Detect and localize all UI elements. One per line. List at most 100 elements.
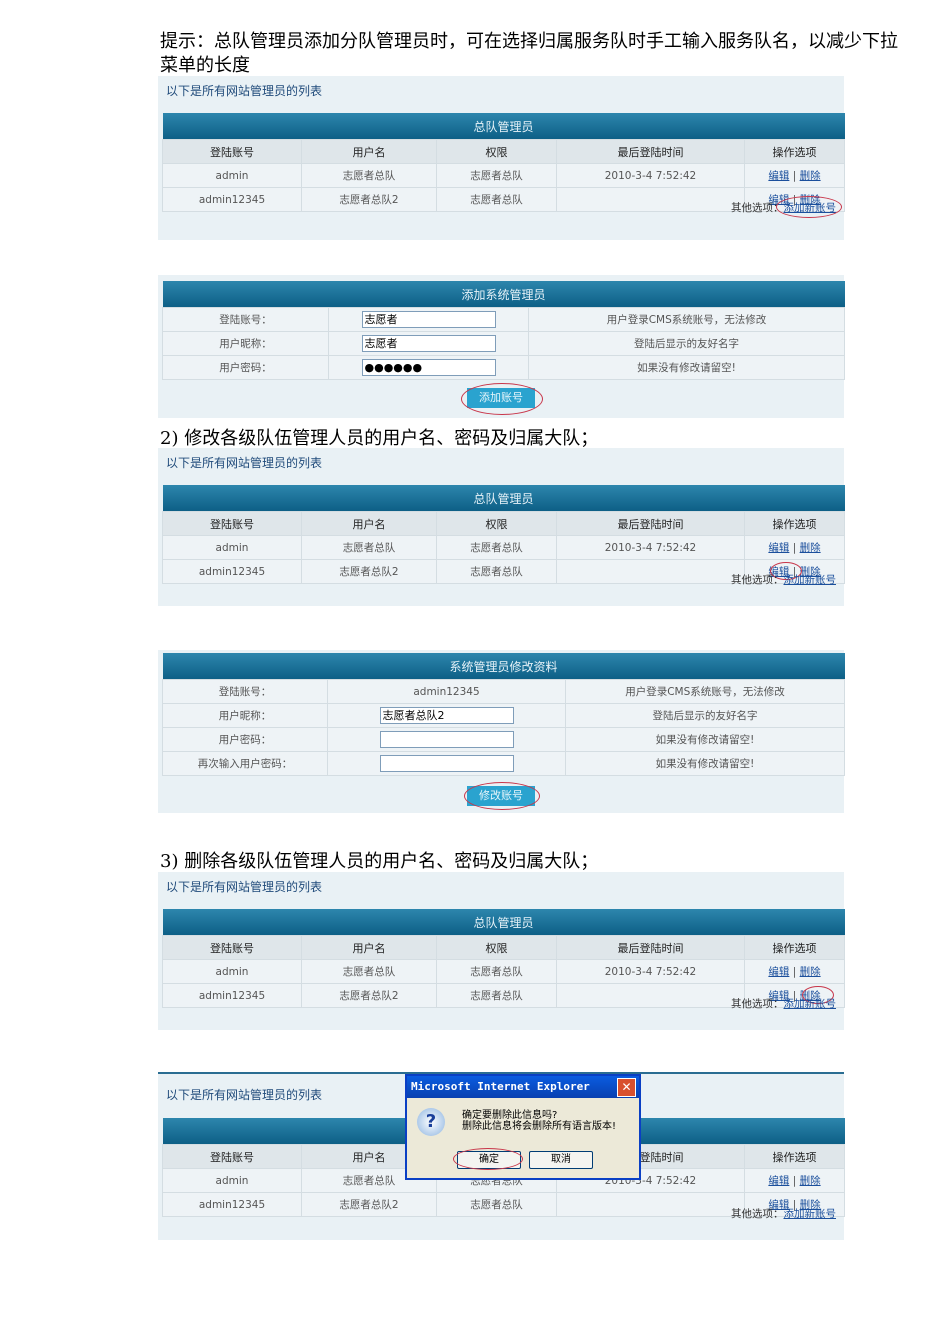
- edit-link[interactable]: 编辑: [768, 170, 789, 182]
- add-account-link[interactable]: 添加新账号: [784, 1208, 837, 1220]
- form-row: 登陆账号： 志愿者 用户登录CMS系统账号，无法修改: [162, 307, 846, 332]
- dialog-line-2: 删除此信息将会删除所有语言版本!: [462, 1121, 617, 1132]
- highlight-oval: [776, 196, 842, 218]
- actions-cell: 编辑 | 删除: [743, 535, 846, 560]
- field-cell: ●●●●●●: [328, 355, 529, 380]
- table-cell: [556, 559, 745, 584]
- table-cell: 志愿者总队: [436, 559, 557, 584]
- intro-text: 提示：总队管理员添加分队管理员时，可在选择归属服务队时手工输入服务队名，以减少下…: [160, 31, 898, 76]
- field-hint: 如果没有修改请留空!: [527, 355, 846, 380]
- field-label: 再次输入用户密码：: [162, 751, 328, 776]
- list-caption: 以下是所有网站管理员的列表: [166, 456, 323, 470]
- table-cell: admin: [162, 163, 302, 188]
- form-row: 用户昵称： 志愿者 登陆后显示的友好名字: [162, 331, 846, 356]
- text-input[interactable]: 志愿者: [361, 335, 496, 352]
- dialog-line-1: 确定要删除此信息吗?: [462, 1110, 558, 1121]
- column-header: 最后登陆时间: [556, 139, 745, 164]
- cancel-button[interactable]: 取消: [529, 1151, 593, 1169]
- column-header: 用户名: [301, 139, 437, 164]
- admin-table: 总队管理员 登陆账号 用户名 权限 最后登陆时间 操作选项 admin 志愿者总队 志愿者总队 2…: [162, 113, 846, 212]
- list-caption: 以下是所有网站管理员的列表: [166, 1088, 323, 1102]
- table-cell: 志愿者总队: [436, 1192, 557, 1217]
- delete-link[interactable]: 删除: [800, 1175, 821, 1187]
- field-cell: 志愿者总队2: [327, 703, 566, 728]
- add-account-link[interactable]: 添加新账号: [784, 998, 837, 1010]
- field-hint: 如果没有修改请留空!: [564, 727, 846, 752]
- other-options-label: 其他选项：: [731, 998, 784, 1010]
- field-cell: [327, 751, 566, 776]
- actions-cell: 编辑 | 删除: [743, 163, 846, 188]
- form-row: 登陆账号： admin12345 用户登录CMS系统账号，无法修改: [162, 679, 846, 704]
- column-header: 登陆账号: [162, 511, 302, 536]
- text-input[interactable]: 志愿者总队2: [379, 707, 514, 724]
- delete-link[interactable]: 删除: [800, 966, 821, 978]
- table-cell: 志愿者总队: [436, 959, 557, 984]
- column-header: 登陆账号: [162, 935, 302, 960]
- edit-link[interactable]: 编辑: [768, 966, 789, 978]
- highlight-oval: [461, 383, 543, 415]
- table-cell: 志愿者总队: [436, 535, 557, 560]
- field-label: 登陆账号：: [162, 307, 329, 332]
- field-cell: 志愿者: [328, 307, 529, 332]
- column-header: 操作选项: [743, 511, 846, 536]
- edit-link[interactable]: 编辑: [768, 542, 789, 554]
- column-header: 最后登陆时间: [556, 935, 745, 960]
- text-input[interactable]: 志愿者: [361, 311, 496, 328]
- table-cell: 志愿者总队2: [301, 983, 437, 1008]
- table-cell: admin12345: [162, 1192, 302, 1217]
- table-row: admin 志愿者总队 志愿者总队 2010-3-4 7:52:42 编辑 | 删除: [162, 959, 846, 984]
- edit-link[interactable]: 编辑: [768, 1175, 789, 1187]
- table-cell: 2010-3-4 7:52:42: [556, 535, 745, 560]
- text-input[interactable]: [379, 731, 514, 748]
- admin-list-panel-2: 以下是所有网站管理员的列表总队管理员 登陆账号 用户名 权限 最后登陆时间 操作选项 adm…: [158, 448, 846, 606]
- table-cell: 志愿者总队2: [301, 1192, 437, 1217]
- field-value: admin12345: [413, 685, 480, 698]
- table-cell: [556, 1192, 745, 1217]
- list-caption: 以下是所有网站管理员的列表: [166, 84, 323, 98]
- form-title: 添加系统管理员: [162, 281, 845, 308]
- delete-link[interactable]: 删除: [800, 542, 821, 554]
- list-caption: 以下是所有网站管理员的列表: [166, 880, 323, 894]
- actions-cell: 编辑 | 删除: [743, 959, 846, 984]
- field-hint: 如果没有修改请留空!: [564, 751, 846, 776]
- column-header: 用户名: [301, 511, 437, 536]
- table-cell: 2010-3-4 7:52:42: [556, 163, 745, 188]
- table-cell: 2010-3-4 7:52:42: [556, 959, 745, 984]
- field-label: 用户昵称：: [162, 703, 328, 728]
- column-header: 用户名: [301, 935, 437, 960]
- column-header: 操作选项: [744, 1144, 845, 1169]
- column-header: 权限: [436, 139, 557, 164]
- column-header: 最后登陆时间: [556, 511, 745, 536]
- table-cell: admin12345: [162, 559, 302, 584]
- table-cell: [556, 983, 745, 1008]
- other-options: 其他选项：添加新账号: [731, 196, 842, 218]
- table-cell: admin12345: [162, 187, 302, 212]
- text-input[interactable]: [379, 755, 514, 772]
- field-label: 用户密码：: [162, 727, 328, 752]
- document-page: 提示：总队管理员添加分队管理员时，可在选择归属服务队时手工输入服务队名，以减少下…: [0, 0, 950, 1344]
- confirm-dialog: Microsoft Internet Explorer ✕ ? 确定要删除此信息…: [405, 1074, 641, 1180]
- add-account-link[interactable]: 添加新账号: [784, 574, 837, 586]
- table-cell: admin: [162, 1168, 302, 1193]
- field-label: 用户密码：: [162, 355, 329, 380]
- text-input[interactable]: ●●●●●●: [361, 359, 496, 376]
- field-hint: 用户登录CMS系统账号，无法修改: [527, 307, 846, 332]
- close-icon[interactable]: ✕: [617, 1078, 636, 1097]
- table-cell: 志愿者总队: [301, 163, 437, 188]
- column-header: 登陆账号: [162, 139, 302, 164]
- table-title: 总队管理员: [162, 113, 845, 140]
- edit-admin-form-panel: 系统管理员修改资料 登陆账号： admin12345 用户登录CMS系统账号，无法修改…: [158, 650, 846, 813]
- table-cell: 志愿者总队: [436, 163, 557, 188]
- admin-table: 总队管理员 登陆账号 用户名 权限 最后登陆时间 操作选项 admin 志愿者总队 志愿者总队 2…: [162, 485, 846, 584]
- table-cell: 志愿者总队: [301, 959, 437, 984]
- delete-link[interactable]: 删除: [800, 170, 821, 182]
- other-options-label: 其他选项：: [731, 1208, 784, 1220]
- field-cell: 志愿者: [328, 331, 529, 356]
- field-hint: 登陆后显示的友好名字: [527, 331, 846, 356]
- column-header: 权限: [436, 935, 557, 960]
- form-table: 系统管理员修改资料 登陆账号： admin12345 用户登录CMS系统账号，无法修改…: [162, 653, 846, 776]
- table-cell: [556, 187, 745, 212]
- other-options-label: 其他选项：: [731, 574, 784, 586]
- form-table: 添加系统管理员 登陆账号： 志愿者 用户登录CMS系统账号，无法修改 用户昵称： 志愿者登…: [162, 281, 846, 380]
- form-title: 系统管理员修改资料: [162, 653, 845, 680]
